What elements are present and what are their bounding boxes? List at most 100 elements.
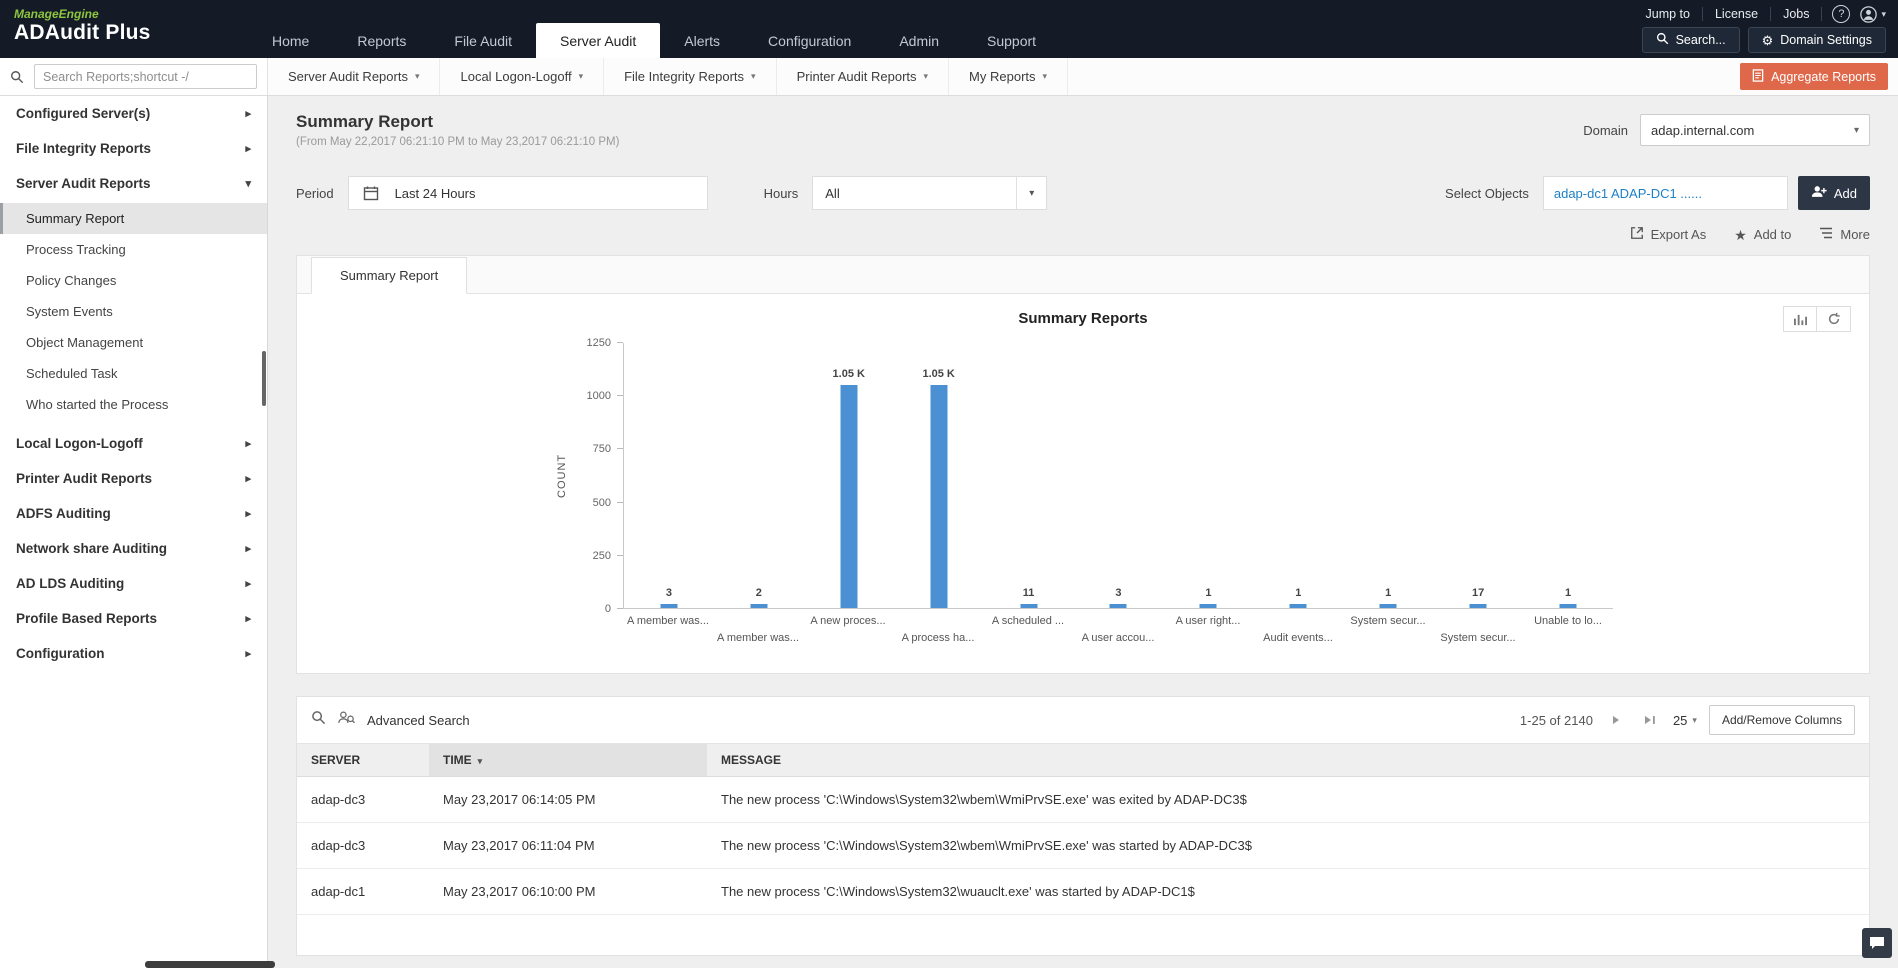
sidebar-section-file-integrity-reports[interactable]: File Integrity Reports▸ xyxy=(0,131,267,166)
help-icon[interactable]: ? xyxy=(1832,5,1850,23)
chart-bar[interactable] xyxy=(1470,604,1487,608)
chevron-down-icon: ▾ xyxy=(924,71,929,82)
horizontal-scrollbar[interactable] xyxy=(145,961,275,968)
person-plus-icon xyxy=(1811,185,1827,201)
bar-value-label: 17 xyxy=(1472,587,1484,599)
chart-bar[interactable] xyxy=(930,385,947,608)
chart-bar[interactable] xyxy=(1290,604,1307,608)
add-to-button[interactable]: ★ Add to xyxy=(1734,227,1791,242)
user-avatar[interactable]: ▾ xyxy=(1860,6,1886,23)
sidebar-section-local-logon-logoff[interactable]: Local Logon-Logoff▸ xyxy=(0,426,267,461)
chart-bar[interactable] xyxy=(840,385,857,608)
nav-item-reports[interactable]: Reports xyxy=(333,23,430,58)
bar-value-label: 1 xyxy=(1385,587,1391,599)
sidebar-item-object-management[interactable]: Object Management xyxy=(0,327,267,358)
domain-settings-button[interactable]: ⚙ Domain Settings xyxy=(1748,27,1886,53)
nav-item-server-audit[interactable]: Server Audit xyxy=(536,23,660,58)
page-size-dropdown[interactable]: 25 ▾ xyxy=(1673,713,1697,728)
x-axis-label: System secur... xyxy=(1350,615,1425,627)
bar-value-label: 1 xyxy=(1565,587,1571,599)
y-tick-label: 250 xyxy=(593,550,611,562)
add-remove-columns-button[interactable]: Add/Remove Columns xyxy=(1709,705,1855,735)
header-link-jobs[interactable]: Jobs xyxy=(1771,7,1822,21)
table-header-row: SERVERTIME▾MESSAGE xyxy=(297,744,1869,777)
sidebar-section-configured-server-s[interactable]: Configured Server(s)▸ xyxy=(0,96,267,131)
nav-item-file-audit[interactable]: File Audit xyxy=(430,23,536,58)
chat-widget-button[interactable] xyxy=(1862,928,1892,958)
sidebar-scrollbar[interactable] xyxy=(262,351,266,406)
domain-select[interactable]: adap.internal.com ▾ xyxy=(1640,114,1870,146)
sidebar-item-system-events[interactable]: System Events xyxy=(0,296,267,327)
search-icon[interactable] xyxy=(311,710,326,730)
chart-title: Summary Reports xyxy=(297,310,1869,327)
sidebar-section-printer-audit-reports[interactable]: Printer Audit Reports▸ xyxy=(0,461,267,496)
menu-file-integrity-reports[interactable]: File Integrity Reports▾ xyxy=(604,58,776,95)
search-icon[interactable] xyxy=(0,70,34,84)
tab-summary-report[interactable]: Summary Report xyxy=(311,257,467,294)
column-header-message[interactable]: MESSAGE xyxy=(707,744,1869,777)
column-label: TIME xyxy=(443,753,472,767)
more-button[interactable]: More xyxy=(1819,227,1870,242)
page-title-block: Summary Report (From May 22,2017 06:21:1… xyxy=(296,112,619,148)
chart-bar[interactable] xyxy=(660,604,677,608)
brand-logo[interactable]: ManageEngine ADAudit Plus xyxy=(0,0,248,58)
sidebar-section-adfs-auditing[interactable]: ADFS Auditing▸ xyxy=(0,496,267,531)
x-axis-label: A user right... xyxy=(1176,615,1241,627)
table-row[interactable]: adap-dc1May 23,2017 06:10:00 PMThe new p… xyxy=(297,869,1869,915)
select-objects-field[interactable]: adap-dc1 ADAP-DC1 ...... xyxy=(1543,176,1788,210)
nav-item-home[interactable]: Home xyxy=(248,23,333,58)
last-page-icon[interactable] xyxy=(1639,709,1661,731)
add-objects-button[interactable]: Add xyxy=(1798,176,1870,210)
advanced-search-link[interactable]: Advanced Search xyxy=(367,713,470,728)
aggregate-reports-button[interactable]: Aggregate Reports xyxy=(1740,63,1888,90)
filter-row: Period Last 24 Hours Hours All ▾ Select … xyxy=(296,176,1870,210)
menu-my-reports[interactable]: My Reports▾ xyxy=(949,58,1068,95)
hours-select[interactable]: All ▾ xyxy=(812,176,1047,210)
sidebar-nav: Configured Server(s)▸File Integrity Repo… xyxy=(0,96,267,671)
column-header-time[interactable]: TIME▾ xyxy=(429,744,707,777)
column-header-server[interactable]: SERVER xyxy=(297,744,429,777)
chevron-down-icon: ▾ xyxy=(1692,715,1697,726)
chart-refresh-icon[interactable] xyxy=(1817,306,1851,332)
y-tick-label: 1250 xyxy=(587,337,611,349)
sidebar-section-profile-based-reports[interactable]: Profile Based Reports▸ xyxy=(0,601,267,636)
nav-item-configuration[interactable]: Configuration xyxy=(744,23,875,58)
nav-item-admin[interactable]: Admin xyxy=(875,23,963,58)
sidebar-item-scheduled-task[interactable]: Scheduled Task xyxy=(0,358,267,389)
period-picker[interactable]: Last 24 Hours xyxy=(348,176,708,210)
sidebar-item-summary-report[interactable]: Summary Report xyxy=(0,203,267,234)
user-icon xyxy=(1860,6,1877,23)
advanced-search-icon[interactable] xyxy=(338,710,355,730)
nav-item-alerts[interactable]: Alerts xyxy=(660,23,744,58)
table-row[interactable]: adap-dc3May 23,2017 06:14:05 PMThe new p… xyxy=(297,777,1869,823)
sidebar-item-policy-changes[interactable]: Policy Changes xyxy=(0,265,267,296)
results-bar-left: Advanced Search xyxy=(311,710,470,730)
report-search-input[interactable] xyxy=(34,64,257,89)
sidebar-item-who-started-the-process[interactable]: Who started the Process xyxy=(0,389,267,420)
chart-bar-slot: 11 xyxy=(984,343,1074,608)
chart-bar[interactable] xyxy=(1380,604,1397,608)
chart-export-icon[interactable] xyxy=(1783,306,1817,332)
sidebar-section-configuration[interactable]: Configuration▸ xyxy=(0,636,267,671)
chart-bar[interactable] xyxy=(1020,604,1037,608)
chart-bar[interactable] xyxy=(1200,604,1217,608)
header-link-jump-to[interactable]: Jump to xyxy=(1634,7,1703,21)
chart-bar[interactable] xyxy=(750,604,767,608)
menu-printer-audit-reports[interactable]: Printer Audit Reports▾ xyxy=(777,58,949,95)
next-page-icon[interactable] xyxy=(1605,709,1627,731)
sidebar-item-process-tracking[interactable]: Process Tracking xyxy=(0,234,267,265)
x-axis-label: A new proces... xyxy=(810,615,885,627)
menu-server-audit-reports[interactable]: Server Audit Reports▾ xyxy=(268,58,440,95)
sidebar-section-server-audit-reports[interactable]: Server Audit Reports▾ xyxy=(0,166,267,201)
export-as-button[interactable]: Export As xyxy=(1630,226,1707,243)
sidebar-section-ad-lds-auditing[interactable]: AD LDS Auditing▸ xyxy=(0,566,267,601)
chart-bar[interactable] xyxy=(1110,604,1127,608)
sidebar-section-label: Profile Based Reports xyxy=(16,611,157,626)
menu-local-logon-logoff[interactable]: Local Logon-Logoff▾ xyxy=(440,58,604,95)
header-link-license[interactable]: License xyxy=(1703,7,1771,21)
chart-bar[interactable] xyxy=(1560,604,1577,608)
table-row[interactable]: adap-dc3May 23,2017 06:11:04 PMThe new p… xyxy=(297,823,1869,869)
sidebar-section-network-share-auditing[interactable]: Network share Auditing▸ xyxy=(0,531,267,566)
search-button[interactable]: Search... xyxy=(1642,27,1740,53)
nav-item-support[interactable]: Support xyxy=(963,23,1060,58)
